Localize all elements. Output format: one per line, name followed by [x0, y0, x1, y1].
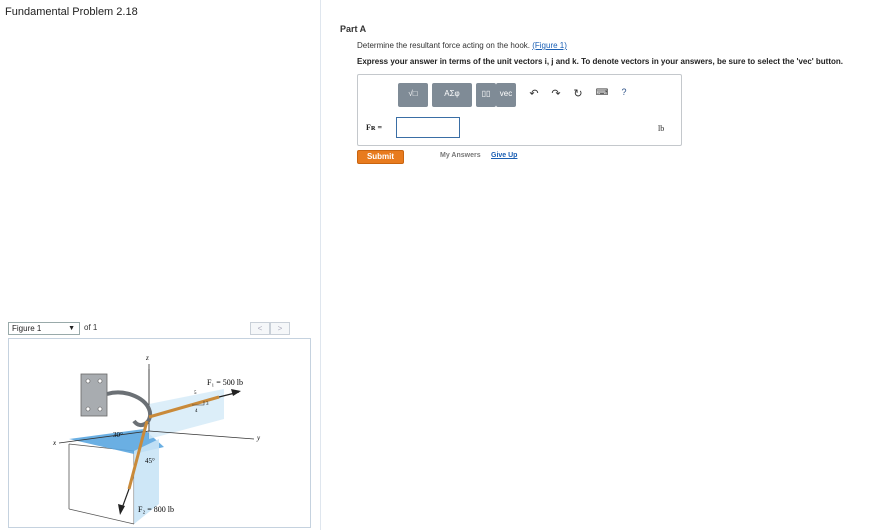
problem-title: Fundamental Problem 2.18: [5, 6, 138, 18]
question-body: Determine the resultant force acting on …: [357, 41, 533, 50]
matrix-icon[interactable]: ▯▯: [476, 83, 496, 107]
question-panel: Part A Determine the resultant force act…: [321, 0, 889, 530]
answer-input[interactable]: [396, 117, 460, 138]
answer-label: Fʀ =: [366, 123, 383, 132]
answer-box: √□ ΑΣφ ▯▯ vec ↶ ↷ ↻ ⌨ ? Fʀ = lb: [357, 74, 682, 146]
my-answers-link[interactable]: My Answers: [440, 152, 481, 159]
undo-icon[interactable]: ↶: [526, 87, 542, 100]
instruction-text: Express your answer in terms of the unit…: [357, 57, 844, 66]
greek-button[interactable]: ΑΣφ: [432, 83, 472, 107]
help-icon[interactable]: ?: [616, 87, 632, 97]
redo-icon[interactable]: ↷: [548, 87, 564, 100]
give-up-link[interactable]: Give Up: [491, 152, 517, 159]
templates-button[interactable]: √□: [398, 83, 428, 107]
submit-button[interactable]: Submit: [357, 150, 404, 164]
f1-label: F₁ = 500 lb: [207, 378, 243, 387]
figure-select-value: Figure 1: [12, 324, 42, 333]
angle-30-label: 30°: [113, 431, 123, 439]
figure-panel: Fundamental Problem 2.18 Figure 1 ▼ of 1…: [0, 0, 321, 530]
angle-45-label: 45°: [145, 457, 155, 465]
reset-icon[interactable]: ↻: [570, 87, 586, 100]
next-figure-button[interactable]: >: [270, 322, 290, 335]
figure-navigation: Figure 1 ▼ of 1 < >: [8, 322, 310, 336]
figure-count: of 1: [84, 323, 98, 332]
axis-x-label: x: [52, 439, 57, 447]
hook-force-diagram: F₁ = 500 lb F₂ = 800 lb 30° 45° 5 4 3 x …: [52, 354, 261, 525]
vec-button[interactable]: vec: [496, 83, 516, 107]
f2-label: F₂ = 800 lb: [138, 505, 174, 514]
question-text: Determine the resultant force acting on …: [357, 41, 567, 50]
part-label: Part A: [340, 24, 367, 34]
chevron-down-icon: ▼: [68, 325, 75, 332]
answer-unit: lb: [658, 124, 665, 133]
figure-select[interactable]: Figure 1 ▼: [8, 322, 80, 335]
axis-y-label: y: [256, 434, 261, 442]
axis-z-label: z: [145, 354, 149, 362]
keyboard-icon[interactable]: ⌨: [594, 87, 610, 98]
figure-frame: F₁ = 500 lb F₂ = 800 lb 30° 45° 5 4 3 x …: [8, 338, 311, 528]
previous-figure-button[interactable]: <: [250, 322, 270, 335]
figure-link[interactable]: (Figure 1): [532, 41, 567, 50]
